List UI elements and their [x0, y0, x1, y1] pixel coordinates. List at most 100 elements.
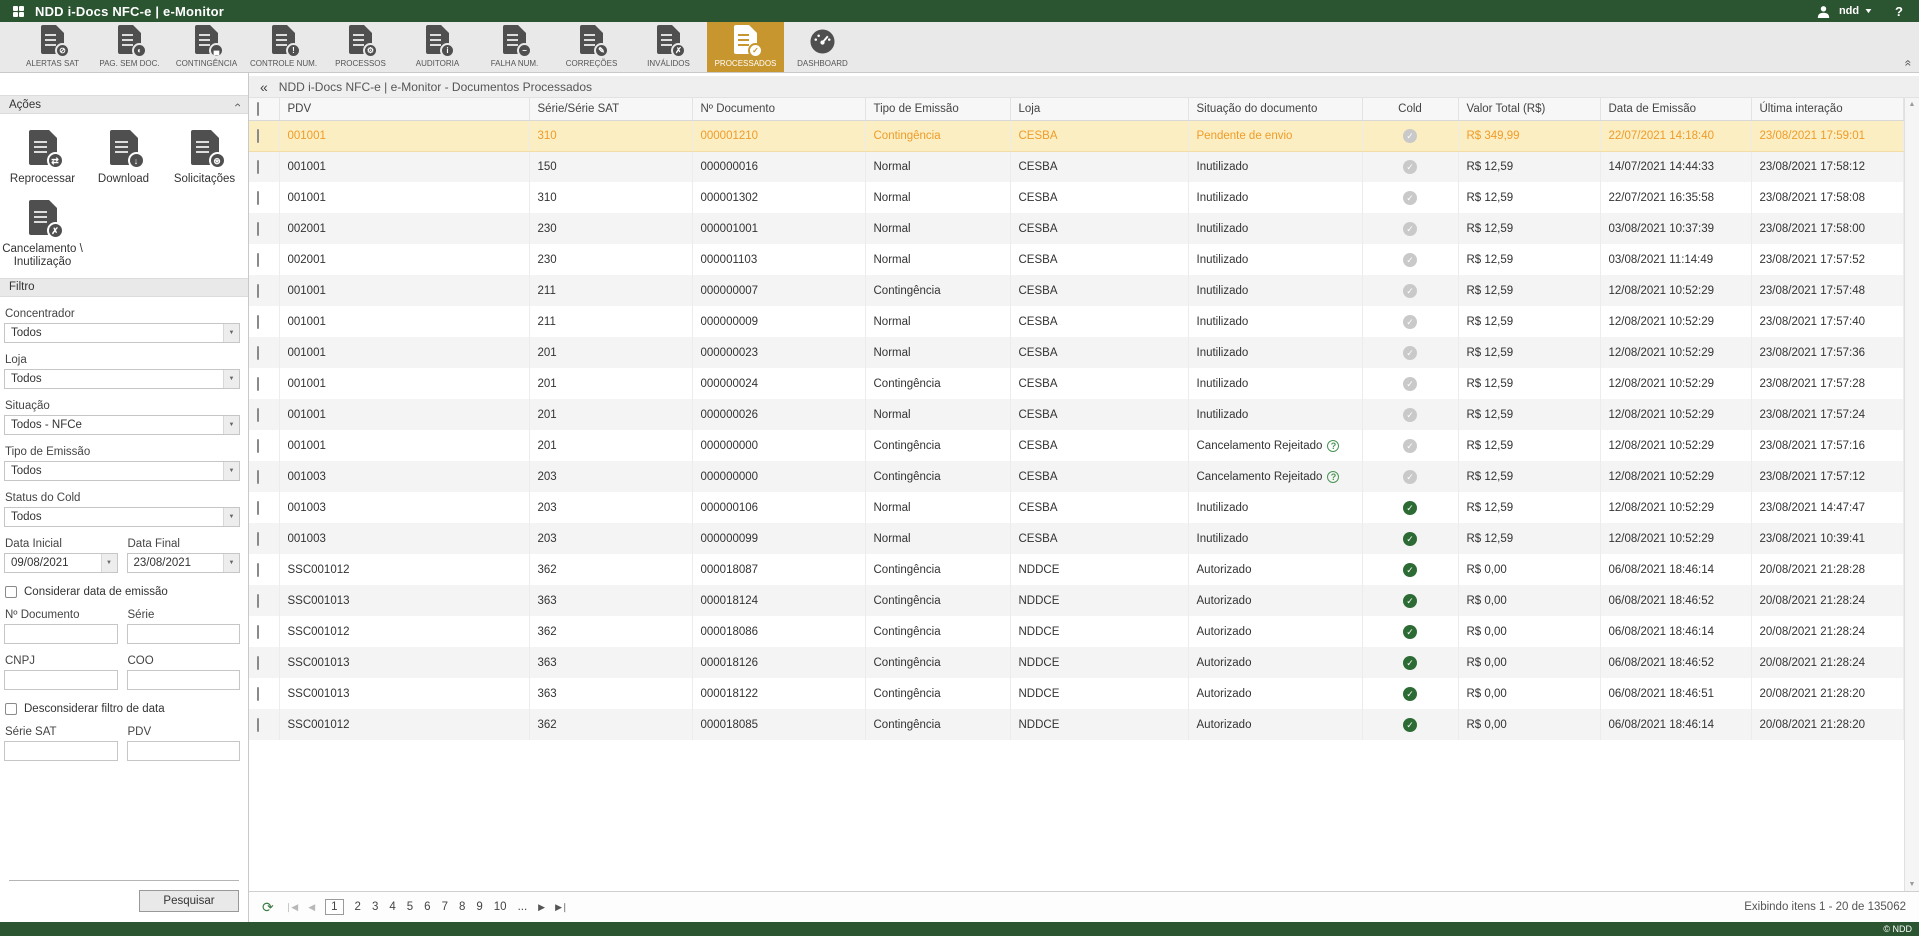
table-row[interactable]: 001001201000000000ContingênciaCESBACance… — [249, 430, 1904, 461]
toolbar-item-dashboard[interactable]: DASHBOARD — [784, 22, 861, 72]
column-header[interactable]: Valor Total (R$) — [1458, 98, 1600, 120]
column-header[interactable]: Cold — [1362, 98, 1458, 120]
table-row[interactable]: SSC001013363000018124ContingênciaNDDCEAu… — [249, 585, 1904, 616]
column-header[interactable]: Última interação — [1751, 98, 1904, 120]
data-final-picker[interactable]: 23/08/2021 ▼ — [127, 553, 241, 573]
row-checkbox[interactable] — [257, 594, 259, 608]
page-number-5[interactable]: 5 — [407, 901, 413, 913]
action-button-reprocessar[interactable]: ⇄Reprocessar — [2, 122, 83, 192]
cnpj-input[interactable] — [4, 670, 118, 690]
row-checkbox[interactable] — [257, 687, 259, 701]
page-number-8[interactable]: 8 — [459, 901, 465, 913]
toolbar-item-processos[interactable]: ⚙PROCESSOS — [322, 22, 399, 72]
row-checkbox[interactable] — [257, 129, 259, 143]
pesquisar-button[interactable]: Pesquisar — [139, 890, 239, 912]
row-checkbox[interactable] — [257, 315, 259, 329]
toolbar-item-auditoria[interactable]: iAUDITORIA — [399, 22, 476, 72]
table-row[interactable]: SSC001013363000018126ContingênciaNDDCEAu… — [249, 647, 1904, 678]
row-checkbox[interactable] — [257, 470, 259, 484]
page-number-9[interactable]: 9 — [476, 901, 482, 913]
next-page-icon[interactable]: ▶ — [538, 902, 544, 913]
page-number-1[interactable]: 1 — [325, 899, 343, 915]
tipo-emissao-select[interactable]: Todos ▼ — [4, 461, 240, 481]
toolbar-item-invalidos[interactable]: ✗INVÁLIDOS — [630, 22, 707, 72]
table-row[interactable]: 001001201000000024ContingênciaCESBAInuti… — [249, 368, 1904, 399]
toolbar-item-alertas-sat[interactable]: ⊘ALERTAS SAT — [14, 22, 91, 72]
column-header[interactable]: Tipo de Emissão — [865, 98, 1010, 120]
row-checkbox[interactable] — [257, 284, 259, 298]
data-inicial-picker[interactable]: 09/08/2021 ▼ — [4, 553, 118, 573]
page-number-3[interactable]: 3 — [372, 901, 378, 913]
table-row[interactable]: 001003203000000099NormalCESBAInutilizado… — [249, 523, 1904, 554]
table-row[interactable]: 001001310000001210ContingênciaCESBAPende… — [249, 120, 1904, 151]
page-number-...[interactable]: ... — [518, 901, 528, 913]
app-grid-icon[interactable] — [13, 6, 24, 17]
table-row[interactable]: 001001201000000023NormalCESBAInutilizado… — [249, 337, 1904, 368]
row-checkbox[interactable] — [257, 625, 259, 639]
row-checkbox[interactable] — [257, 253, 259, 267]
row-checkbox[interactable] — [257, 563, 259, 577]
page-number-10[interactable]: 10 — [494, 901, 507, 913]
toolbar-item-falha-num[interactable]: −FALHA NUM. — [476, 22, 553, 72]
column-header[interactable]: Série/Série SAT — [529, 98, 692, 120]
last-page-icon[interactable]: ▶❘ — [555, 902, 567, 913]
serie-sat-input[interactable] — [4, 741, 118, 761]
help-badge-icon[interactable]: ? — [1327, 471, 1339, 483]
select-all-checkbox[interactable] — [257, 102, 259, 116]
column-header[interactable]: Data de Emissão — [1600, 98, 1751, 120]
row-checkbox[interactable] — [257, 718, 259, 732]
scroll-down-icon[interactable]: ▼ — [1909, 881, 1916, 888]
pdv-input[interactable] — [127, 741, 241, 761]
page-number-4[interactable]: 4 — [389, 901, 395, 913]
column-header[interactable]: Situação do documento — [1188, 98, 1362, 120]
desconsiderar-data-checkbox[interactable] — [5, 703, 17, 715]
row-checkbox[interactable] — [257, 656, 259, 670]
column-header[interactable]: Loja — [1010, 98, 1188, 120]
panel-collapse-icon[interactable]: « — [260, 79, 268, 95]
table-row[interactable]: 001001150000000016NormalCESBAInutilizado… — [249, 151, 1904, 182]
toolbar-item-controle-num[interactable]: !CONTROLE NUM. — [245, 22, 322, 72]
column-header[interactable]: PDV — [279, 98, 529, 120]
status-cold-select[interactable]: Todos ▼ — [4, 507, 240, 527]
serie-input[interactable] — [127, 624, 241, 644]
row-checkbox[interactable] — [257, 191, 259, 205]
user-menu[interactable]: ndd ▼ — [1839, 5, 1872, 17]
table-row[interactable]: SSC001012362000018087ContingênciaNDDCEAu… — [249, 554, 1904, 585]
table-row[interactable]: SSC001012362000018086ContingênciaNDDCEAu… — [249, 616, 1904, 647]
refresh-icon[interactable]: ⟳ — [262, 899, 274, 916]
row-checkbox[interactable] — [257, 222, 259, 236]
table-row[interactable]: 001003203000000106NormalCESBAInutilizado… — [249, 492, 1904, 523]
vertical-scrollbar[interactable]: ▲ ▼ — [1904, 98, 1919, 891]
row-checkbox[interactable] — [257, 346, 259, 360]
table-row[interactable]: 001001211000000007ContingênciaCESBAInuti… — [249, 275, 1904, 306]
help-button[interactable]: ? — [1895, 4, 1903, 19]
action-button-download[interactable]: ↓Download — [83, 122, 164, 192]
row-checkbox[interactable] — [257, 532, 259, 546]
toolbar-collapse-icon[interactable]: « — [1904, 60, 1914, 67]
scroll-up-icon[interactable]: ▲ — [1909, 101, 1916, 108]
toolbar-item-processados[interactable]: ✓PROCESSADOS — [707, 22, 784, 72]
situacao-select[interactable]: Todos - NFCe ▼ — [4, 415, 240, 435]
row-checkbox[interactable] — [257, 377, 259, 391]
help-badge-icon[interactable]: ? — [1327, 440, 1339, 452]
table-row[interactable]: 001003203000000000ContingênciaCESBACance… — [249, 461, 1904, 492]
toolbar-item-pag-sem-doc[interactable]: ◐PAG. SEM DOC. — [91, 22, 168, 72]
table-row[interactable]: SSC001012362000018085ContingênciaNDDCEAu… — [249, 709, 1904, 740]
toolbar-item-contingencia[interactable]: ▄CONTINGÊNCIA — [168, 22, 245, 72]
table-row[interactable]: SSC001013363000018122ContingênciaNDDCEAu… — [249, 678, 1904, 709]
collapse-up-icon[interactable]: › — [230, 103, 244, 107]
row-checkbox[interactable] — [257, 160, 259, 174]
table-row[interactable]: 001001310000001302NormalCESBAInutilizado… — [249, 182, 1904, 213]
page-number-7[interactable]: 7 — [442, 901, 448, 913]
page-number-6[interactable]: 6 — [424, 901, 430, 913]
column-header[interactable]: Nº Documento — [692, 98, 865, 120]
action-button-solicitacoes[interactable]: ⊛Solicitações — [164, 122, 245, 192]
table-row[interactable]: 001001211000000009NormalCESBAInutilizado… — [249, 306, 1904, 337]
num-documento-input[interactable] — [4, 624, 118, 644]
prev-page-icon[interactable]: ◀ — [308, 902, 314, 913]
action-button-cancelamento[interactable]: ✗Cancelamento \ Inutilização — [2, 192, 83, 275]
table-row[interactable]: 002001230000001001NormalCESBAInutilizado… — [249, 213, 1904, 244]
coo-input[interactable] — [127, 670, 241, 690]
row-checkbox[interactable] — [257, 408, 259, 422]
row-checkbox[interactable] — [257, 439, 259, 453]
